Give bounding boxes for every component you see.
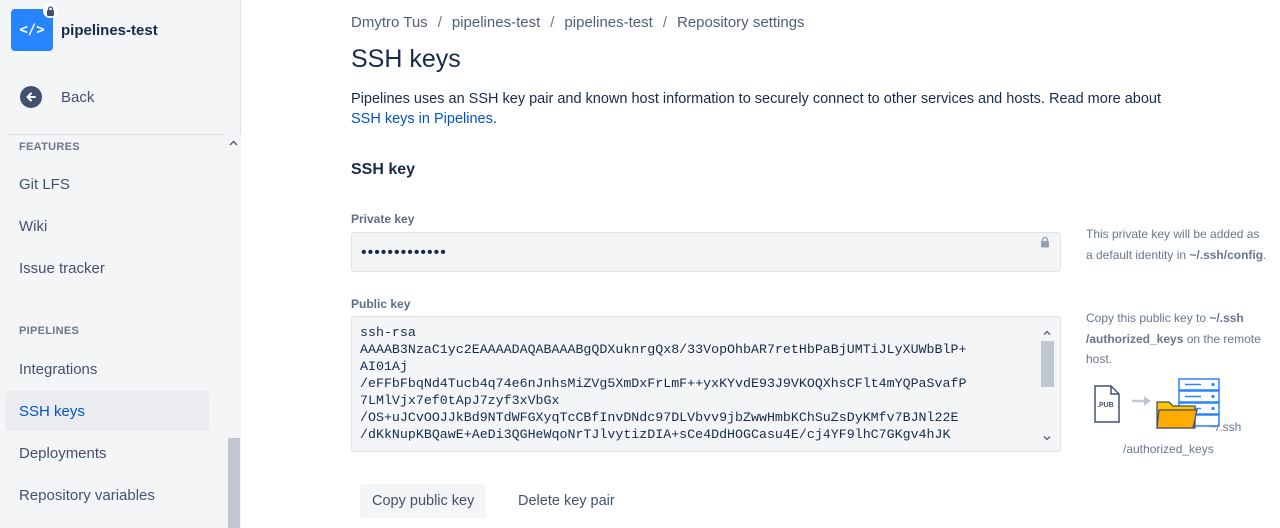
public-key-help-line2-suffix: on the remote [1183, 331, 1261, 346]
chevron-up-icon[interactable] [1040, 326, 1054, 338]
breadcrumb-separator: / [550, 14, 555, 31]
breadcrumb-item[interactable]: pipelines-test [564, 14, 652, 31]
main-content: Dmytro Tus / pipelines-test / pipelines-… [241, 0, 1280, 528]
lock-icon [43, 4, 57, 18]
intro-text: Pipelines uses an SSH key pair and known… [351, 89, 1181, 129]
repo-avatar[interactable]: </> [11, 4, 57, 51]
breadcrumb-item[interactable]: pipelines-test [452, 14, 540, 31]
sidebar-scrollbar-thumb[interactable] [228, 438, 240, 528]
sidebar-divider [7, 134, 224, 135]
chevron-down-icon[interactable] [1040, 432, 1054, 444]
textarea-scrollbar[interactable] [1040, 325, 1054, 445]
chevron-up-icon[interactable] [226, 136, 241, 150]
public-key-value: ssh-rsa AAAAB3NzaC1yc2EAAAADAQABAAABgQDX… [360, 325, 967, 442]
sidebar-item-ssh-keys[interactable]: SSH keys [6, 391, 209, 431]
sidebar-item-integrations[interactable]: Integrations [6, 349, 209, 389]
public-key-help-path-file: /authorized_keys [1086, 331, 1184, 346]
public-key-help: Copy this public key to ~/.ssh /authoriz… [1086, 308, 1261, 370]
sidebar-item-wiki[interactable]: Wiki [6, 206, 209, 246]
arrow-right-icon [1132, 396, 1151, 406]
authorized-keys-label: /authorized_keys [1123, 442, 1214, 456]
arrow-left-icon [20, 86, 42, 108]
breadcrumb-separator: / [437, 14, 442, 31]
delete-key-pair-button[interactable]: Delete key pair [506, 484, 627, 518]
private-key-field: ••••••••••••• [351, 232, 1061, 272]
breadcrumb-item[interactable]: Dmytro Tus [351, 14, 428, 31]
private-key-help: This private key will be added as a defa… [1086, 224, 1266, 265]
public-key-label: Public key [351, 297, 411, 311]
breadcrumb-item[interactable]: Repository settings [677, 14, 805, 31]
sidebar-item-repository-variables[interactable]: Repository variables [6, 475, 209, 515]
lock-icon [1040, 235, 1050, 253]
ssh-dir-label: ~/.ssh [1209, 420, 1242, 434]
sidebar-item-issue-tracker[interactable]: Issue tracker [6, 248, 209, 288]
illustration-graphic [1094, 378, 1220, 429]
intro-end: . [492, 111, 497, 127]
pub-file-badge: .PUB [1097, 402, 1114, 409]
breadcrumb-separator: / [662, 14, 667, 31]
back-button[interactable]: Back [20, 86, 94, 108]
section-label-pipelines: PIPELINES [19, 325, 80, 337]
section-title: SSH key [351, 161, 416, 178]
repo-name[interactable]: pipelines-test [61, 22, 158, 39]
private-key-help-line2-prefix: a default identity in [1086, 247, 1190, 262]
sidebar: </> pipelines-test Back FEATURES Git LFS… [0, 0, 241, 528]
copy-public-key-button[interactable]: Copy public key [360, 484, 487, 518]
code-icon: </> [19, 22, 45, 38]
repo-header[interactable]: </> pipelines-test [11, 4, 158, 51]
ssh-keys-docs-link[interactable]: SSH keys in Pipelines [351, 111, 493, 127]
public-key-help-path-dir: ~/.ssh [1209, 311, 1244, 325]
authorized-keys-illustration: .PUB ~/.ssh /authorized_keys [1089, 376, 1269, 466]
intro-body: Pipelines uses an SSH key pair and known… [351, 91, 1162, 107]
private-key-help-line2-suffix: . [1263, 247, 1267, 262]
page-title: SSH keys [351, 45, 461, 73]
public-key-help-line3: host. [1086, 352, 1113, 366]
folder-icon [1156, 401, 1198, 429]
back-label: Back [61, 88, 95, 106]
breadcrumb: Dmytro Tus / pipelines-test / pipelines-… [351, 14, 805, 31]
private-key-help-line1: This private key will be added as [1086, 227, 1260, 241]
private-key-help-path: ~/.ssh/config [1189, 247, 1264, 262]
sidebar-item-git-lfs[interactable]: Git LFS [6, 164, 209, 204]
textarea-scrollbar-thumb[interactable] [1041, 341, 1054, 387]
private-key-label: Private key [351, 212, 415, 226]
section-label-features: FEATURES [19, 141, 80, 153]
public-key-textarea[interactable]: ssh-rsa AAAAB3NzaC1yc2EAAAADAQABAAABgQDX… [351, 316, 1061, 452]
private-key-value: ••••••••••••• [361, 244, 447, 261]
sidebar-item-deployments[interactable]: Deployments [6, 433, 209, 473]
public-key-help-line1-prefix: Copy this public key to [1086, 311, 1210, 325]
